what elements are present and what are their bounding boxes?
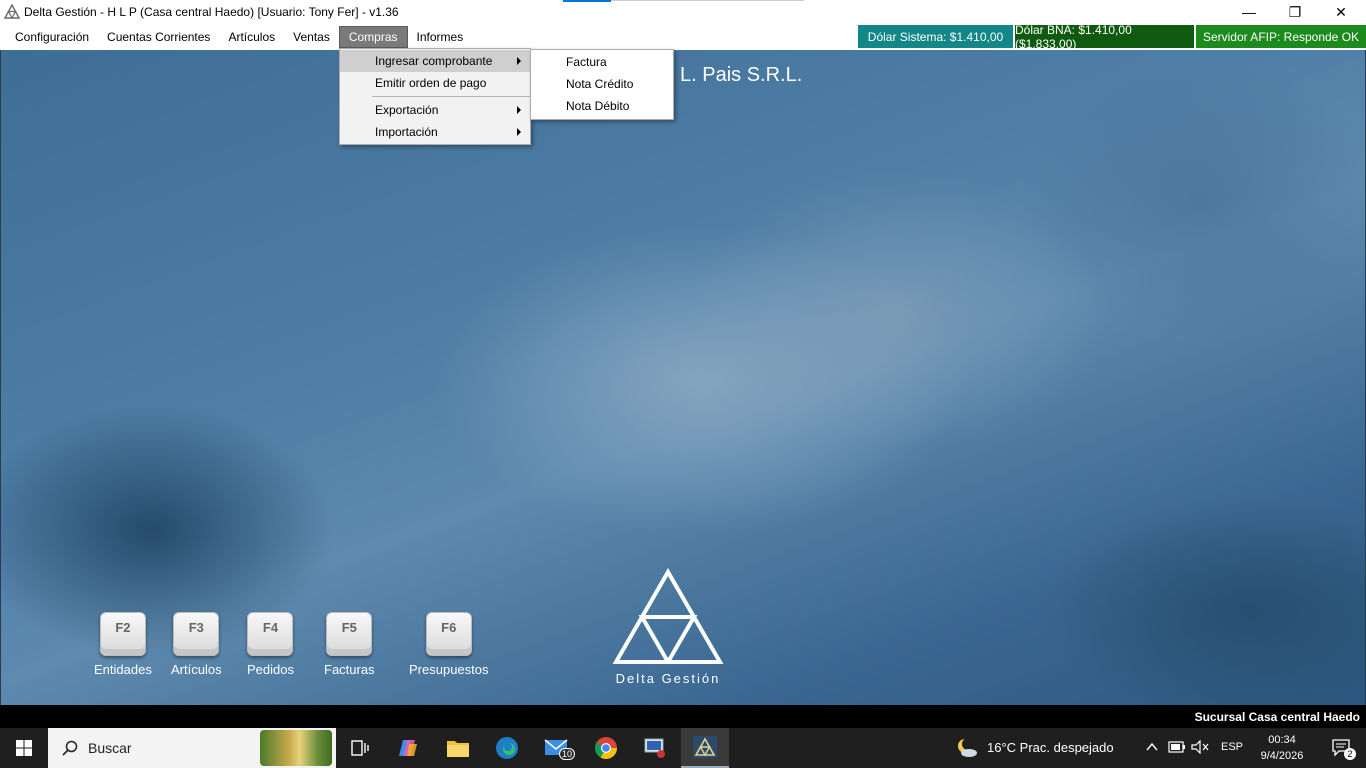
taskbar-edge[interactable] bbox=[483, 728, 531, 768]
menu-compras[interactable]: Compras bbox=[338, 26, 408, 48]
shortcut-label: Artículos bbox=[171, 662, 222, 677]
menu-configuracion[interactable]: Configuración bbox=[6, 26, 98, 48]
submenu-arrow-icon bbox=[517, 57, 521, 65]
menu-item-label: Factura bbox=[566, 55, 607, 69]
windows-taskbar: Buscar 10 16°C Prac. despejado ESP 00:34… bbox=[0, 728, 1366, 768]
shortcut-articulos[interactable]: F3 Artículos bbox=[171, 612, 222, 677]
clock-time: 00:34 bbox=[1268, 734, 1296, 746]
menu-item-nota-credito[interactable]: Nota Crédito bbox=[531, 73, 673, 95]
start-button[interactable] bbox=[0, 728, 48, 768]
chrome-icon bbox=[595, 737, 617, 759]
menu-item-label: Exportación bbox=[375, 103, 439, 117]
menu-cuentas-corrientes[interactable]: Cuentas Corrientes bbox=[98, 26, 219, 48]
copilot-icon bbox=[399, 740, 417, 756]
app-status-bar: Sucursal Casa central Haedo bbox=[0, 705, 1366, 728]
shortcut-label: Entidades bbox=[94, 662, 152, 677]
shortcut-presupuestos[interactable]: F6 Presupuestos bbox=[409, 612, 489, 677]
f6-key[interactable]: F6 bbox=[425, 612, 472, 656]
taskbar-copilot[interactable] bbox=[385, 728, 433, 768]
taskbar-file-explorer[interactable] bbox=[434, 728, 482, 768]
dolar-bna-badge: Dólar BNA: $1.410,00 ($1.833,00) bbox=[1015, 23, 1194, 51]
taskbar-search[interactable]: Buscar bbox=[48, 728, 336, 768]
notification-badge: 2 bbox=[1344, 748, 1356, 760]
delta-triangle-icon bbox=[612, 568, 724, 666]
notification-center-button[interactable]: 2 bbox=[1318, 728, 1366, 768]
weather-label[interactable]: 16°C Prac. despejado bbox=[987, 740, 1114, 755]
menu-articulos[interactable]: Artículos bbox=[219, 26, 284, 48]
task-view-icon bbox=[351, 740, 369, 756]
delta-logo: Delta Gestión bbox=[612, 568, 724, 686]
search-placeholder: Buscar bbox=[88, 740, 132, 756]
shortcut-label: Pedidos bbox=[247, 662, 294, 677]
company-name: L. Pais S.R.L. bbox=[680, 64, 803, 86]
taskbar-delta-gestion[interactable] bbox=[681, 728, 729, 768]
window-title: Delta Gestión - H L P (Casa central Haed… bbox=[24, 5, 399, 19]
weather-moon-icon bbox=[958, 738, 977, 757]
menu-item-factura[interactable]: Factura bbox=[531, 51, 673, 73]
windows-logo-icon bbox=[16, 740, 32, 756]
search-highlight-art bbox=[260, 730, 332, 766]
menu-item-label: Emitir orden de pago bbox=[375, 76, 487, 90]
clock-date: 9/4/2026 bbox=[1260, 750, 1304, 762]
search-icon bbox=[62, 740, 78, 756]
shortcut-facturas[interactable]: F5 Facturas bbox=[324, 612, 375, 677]
menu-item-label: Nota Débito bbox=[566, 99, 630, 113]
volume-muted-icon[interactable] bbox=[1191, 740, 1209, 754]
tab-indicator-track bbox=[611, 0, 804, 1]
menu-item-exportacion[interactable]: Exportación bbox=[340, 99, 530, 121]
f2-key[interactable]: F2 bbox=[99, 612, 146, 656]
restore-button[interactable]: ❐ bbox=[1272, 0, 1318, 24]
folder-icon bbox=[447, 741, 469, 757]
shortcut-entidades[interactable]: F2 Entidades bbox=[94, 612, 152, 677]
mail-badge: 10 bbox=[559, 748, 576, 760]
menu-item-importacion[interactable]: Importación bbox=[340, 121, 530, 143]
comprobante-submenu: Factura Nota Crédito Nota Débito bbox=[530, 49, 674, 120]
menu-item-label: Importación bbox=[375, 125, 438, 139]
menu-item-ingresar-comprobante[interactable]: Ingresar comprobante bbox=[340, 50, 530, 72]
taskbar-clock[interactable]: 00:34 9/4/2026 bbox=[1248, 732, 1316, 764]
shortcut-pedidos[interactable]: F4 Pedidos bbox=[247, 612, 294, 677]
tab-indicator bbox=[563, 0, 611, 2]
delta-app-icon bbox=[4, 4, 20, 20]
remote-desktop-icon bbox=[644, 738, 665, 758]
menu-item-emitir-orden[interactable]: Emitir orden de pago bbox=[340, 72, 530, 94]
compras-dropdown: Ingresar comprobante Emitir orden de pag… bbox=[339, 48, 531, 145]
battery-icon[interactable] bbox=[1168, 741, 1186, 753]
sucursal-label: Sucursal Casa central Haedo bbox=[1194, 710, 1360, 724]
menu-item-nota-debito[interactable]: Nota Débito bbox=[531, 95, 673, 117]
menu-item-label: Nota Crédito bbox=[566, 77, 634, 91]
submenu-arrow-icon bbox=[517, 128, 521, 136]
delta-app-icon bbox=[693, 736, 717, 758]
taskbar-mail[interactable]: 10 bbox=[533, 728, 581, 768]
language-indicator[interactable]: ESP bbox=[1221, 741, 1243, 753]
task-view-button[interactable] bbox=[336, 728, 384, 768]
menu-item-label: Ingresar comprobante bbox=[375, 54, 493, 68]
title-bar: Delta Gestión - H L P (Casa central Haed… bbox=[0, 0, 1366, 24]
edge-icon bbox=[496, 737, 518, 759]
menu-informes[interactable]: Informes bbox=[408, 26, 473, 48]
shortcut-label: Facturas bbox=[324, 662, 375, 677]
menu-separator bbox=[372, 96, 530, 97]
taskbar-chrome[interactable] bbox=[582, 728, 630, 768]
f3-key[interactable]: F3 bbox=[173, 612, 220, 656]
brand-name: Delta Gestión bbox=[615, 671, 721, 686]
close-button[interactable]: ✕ bbox=[1318, 0, 1364, 24]
dolar-sistema-badge: Dólar Sistema: $1.410,00 bbox=[858, 25, 1013, 48]
shortcut-label: Presupuestos bbox=[409, 662, 489, 677]
f4-key[interactable]: F4 bbox=[247, 612, 294, 656]
menu-ventas[interactable]: Ventas bbox=[284, 26, 339, 48]
afip-status-badge: Servidor AFIP: Responde OK bbox=[1196, 25, 1366, 48]
chevron-up-icon[interactable] bbox=[1146, 742, 1158, 752]
submenu-arrow-icon bbox=[517, 106, 521, 114]
minimize-button[interactable]: — bbox=[1226, 0, 1272, 24]
f5-key[interactable]: F5 bbox=[326, 612, 373, 656]
taskbar-remote-app[interactable] bbox=[631, 728, 679, 768]
